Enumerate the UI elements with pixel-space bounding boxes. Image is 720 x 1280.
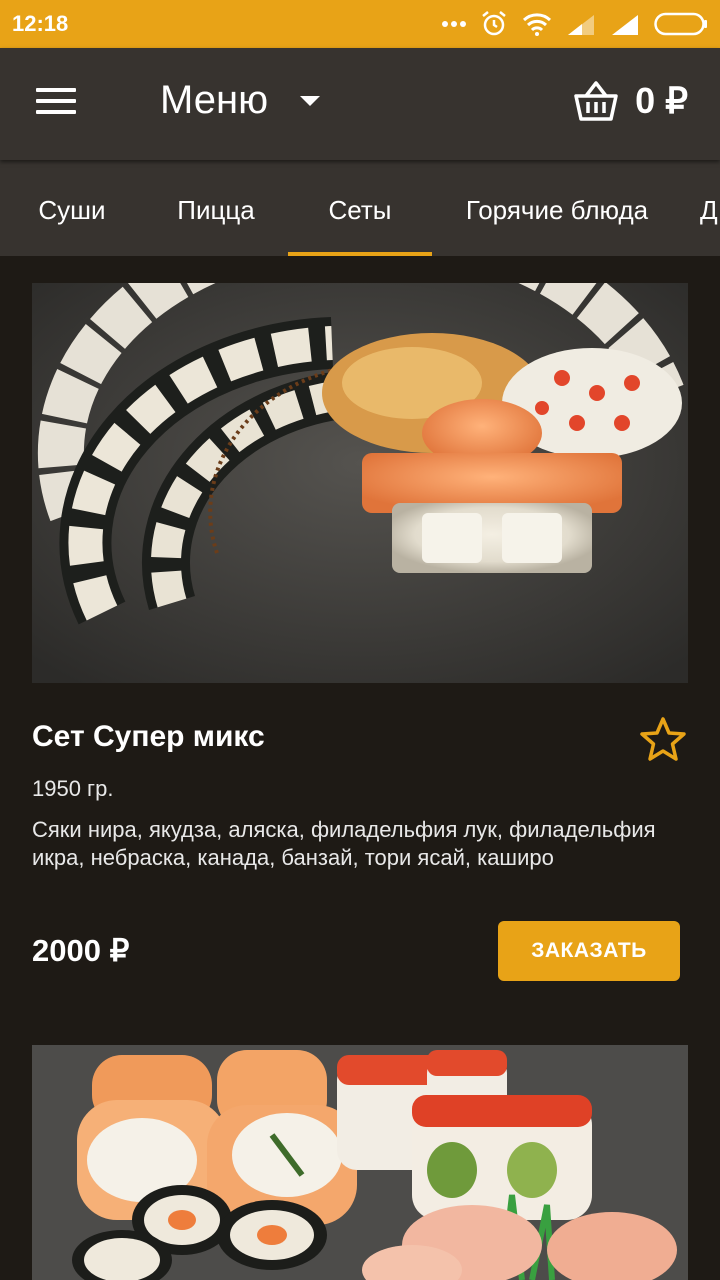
status-bar: 12:18 <box>0 0 720 48</box>
product-image[interactable] <box>32 283 688 683</box>
more-dots-icon <box>442 21 466 27</box>
product-title: Сет Супер микс <box>32 720 265 753</box>
tab-pizza[interactable]: Пицца <box>144 160 288 256</box>
menu-hamburger-icon[interactable] <box>36 88 76 118</box>
shopping-basket-icon <box>574 81 618 121</box>
app-title: Меню <box>160 78 269 122</box>
cart-total: 0 ₽ <box>635 80 688 121</box>
signal-icon-1 <box>568 15 594 35</box>
caret-down-icon <box>300 95 321 106</box>
signal-icon-2 <box>612 15 638 35</box>
sushi-rolls-illustration <box>32 1045 688 1280</box>
product-weight: 1950 гр. <box>32 776 114 801</box>
status-icons <box>442 10 708 38</box>
tab-sets[interactable]: Сеты <box>288 160 432 256</box>
product-price: 2000 ₽ <box>32 933 130 968</box>
tab-sushi[interactable]: Суши <box>0 160 144 256</box>
product-image-2[interactable] <box>32 1045 688 1280</box>
app-bar: Меню 0 ₽ <box>0 48 720 160</box>
favorite-star-icon[interactable] <box>639 716 687 762</box>
product-description: Сяки нира, якудза, аляска, филадельфия л… <box>32 817 656 870</box>
tab-hot-dishes[interactable]: Горячие блюда <box>432 160 682 256</box>
sushi-set-illustration <box>32 283 688 683</box>
battery-icon <box>654 12 707 36</box>
order-button[interactable]: ЗАКАЗАТЬ <box>498 921 680 981</box>
wifi-icon <box>522 13 552 36</box>
category-tabs: Суши Пицца Сеты Горячие блюда Д <box>0 160 720 256</box>
cart-button[interactable]: 0 ₽ <box>573 80 688 122</box>
status-time: 12:18 <box>12 11 69 36</box>
tab-more[interactable]: Д <box>700 160 720 256</box>
menu-dropdown[interactable]: Меню <box>160 78 321 123</box>
alarm-icon <box>482 11 506 36</box>
